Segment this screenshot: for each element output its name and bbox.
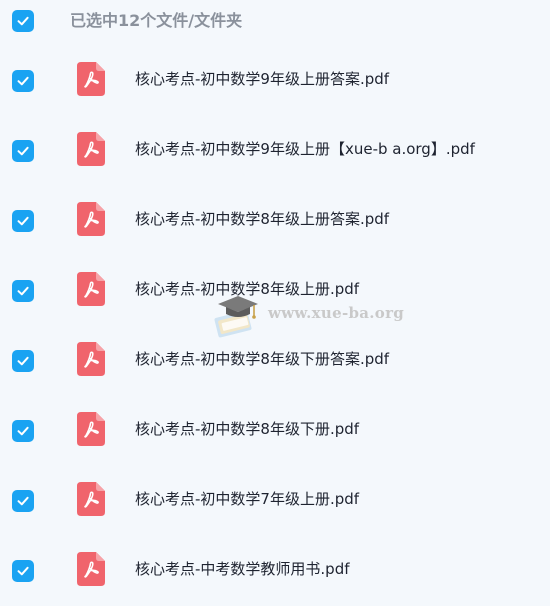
file-checkbox[interactable] [12,560,34,582]
file-checkbox[interactable] [12,350,34,372]
file-row[interactable]: 核心考点-初中数学9年级上册答案.pdf [0,46,550,116]
pdf-icon [77,552,105,586]
check-icon [17,16,29,26]
file-name: 核心考点-初中数学8年级下册答案.pdf [135,350,390,368]
file-name: 核心考点-初中数学8年级下册.pdf [135,420,360,438]
selection-count-label: 已选中12个文件/文件夹 [70,11,243,30]
file-row[interactable]: 核心考点-初中数学8年级上册.pdf [0,256,550,326]
file-name: 核心考点-初中数学9年级上册【xue-b a.org】.pdf [135,140,475,158]
pdf-icon [77,272,105,306]
check-icon [17,566,29,576]
selection-header: 已选中12个文件/文件夹 [0,0,550,50]
file-name: 核心考点-中考数学教师用书.pdf [135,560,350,578]
check-icon [17,146,29,156]
file-checkbox[interactable] [12,280,34,302]
pdf-icon [77,412,105,446]
file-name: 核心考点-初中数学9年级上册答案.pdf [135,70,390,88]
pdf-icon [77,482,105,516]
file-row[interactable]: 核心考点-初中数学8年级下册.pdf [0,396,550,466]
pdf-icon [77,62,105,96]
file-row[interactable]: 核心考点-初中数学7年级上册.pdf [0,466,550,536]
check-icon [17,496,29,506]
file-checkbox[interactable] [12,210,34,232]
file-name: 核心考点-初中数学8年级上册.pdf [135,280,360,298]
file-checkbox[interactable] [12,420,34,442]
check-icon [17,426,29,436]
file-checkbox[interactable] [12,490,34,512]
file-name: 核心考点-初中数学7年级上册.pdf [135,490,360,508]
check-icon [17,76,29,86]
file-checkbox[interactable] [12,140,34,162]
file-row[interactable]: 核心考点-中考数学教师用书.pdf [0,536,550,606]
check-icon [17,216,29,226]
check-icon [17,286,29,296]
pdf-icon [77,132,105,166]
pdf-icon [77,342,105,376]
file-row[interactable]: 核心考点-初中数学9年级上册【xue-b a.org】.pdf [0,116,550,186]
file-row[interactable]: 核心考点-初中数学8年级上册答案.pdf [0,186,550,256]
check-icon [17,356,29,366]
pdf-icon [77,202,105,236]
file-name: 核心考点-初中数学8年级上册答案.pdf [135,210,390,228]
select-all-checkbox[interactable] [12,10,34,32]
file-row[interactable]: 核心考点-初中数学8年级下册答案.pdf [0,326,550,396]
file-checkbox[interactable] [12,70,34,92]
